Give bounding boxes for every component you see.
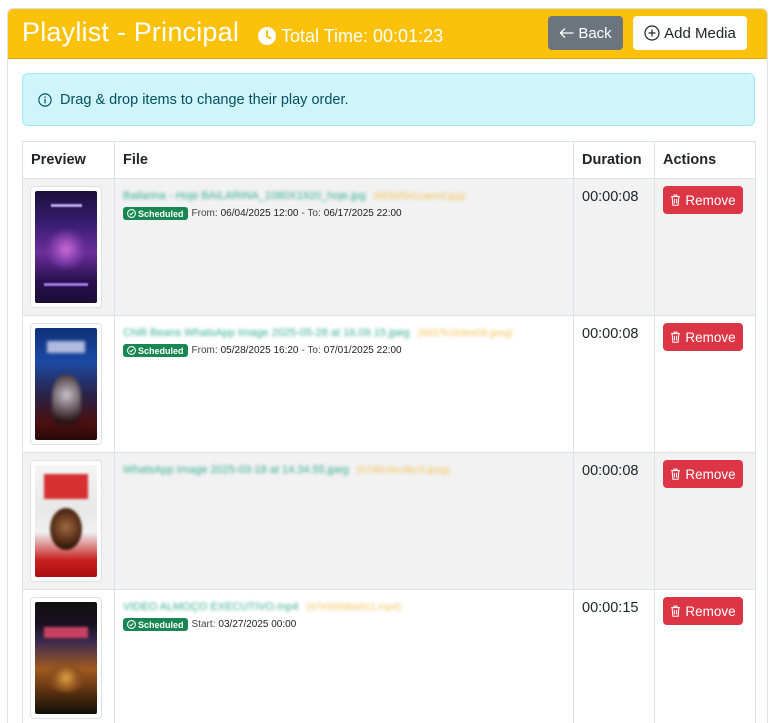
table-row[interactable]: Bailarina - Hoje BAILARINA_1080X1920_hoj…	[22, 178, 756, 316]
file-cell: Bailarina - Hoje BAILARINA_1080X1920_hoj…	[114, 178, 574, 316]
scheduled-badge: Scheduled	[123, 618, 188, 631]
playlist-card: Playlist - Principal Total Time: 00:01:2…	[7, 8, 768, 723]
duration-cell: 00:00:08	[573, 178, 655, 316]
to-label: - To:	[301, 208, 321, 219]
check-circle-icon	[127, 346, 136, 355]
from-label: From:	[191, 208, 218, 219]
file-id: (6837b1b9ee08.jpeg)	[417, 328, 513, 339]
table-row[interactable]: Chilli Beans WhatsApp Image 2025-05-28 a…	[22, 315, 756, 453]
check-circle-icon	[127, 620, 136, 629]
trash-icon	[671, 468, 681, 480]
remove-label: Remove	[685, 466, 736, 482]
duration-cell: 00:00:08	[573, 315, 655, 453]
clock-icon	[258, 27, 276, 45]
scheduled-badge: Scheduled	[123, 344, 188, 357]
remove-label: Remove	[685, 192, 736, 208]
actions-cell: Remove	[654, 589, 756, 723]
remove-button[interactable]: Remove	[663, 460, 743, 488]
info-alert: Drag & drop items to change their play o…	[22, 73, 755, 126]
media-table: Preview File Duration Actions Bailarina …	[22, 141, 756, 723]
add-media-label: Add Media	[664, 24, 736, 42]
start-value: 03/27/2025 00:00	[218, 619, 297, 630]
duration-cell: 00:00:15	[573, 589, 655, 723]
file-link[interactable]: WhatsApp Image 2025-03-18 at 14.34.55.jp…	[123, 464, 349, 476]
preview-thumbnail[interactable]	[30, 323, 102, 445]
duration-value: 00:00:08	[582, 189, 639, 205]
plus-circle-icon	[644, 25, 660, 41]
preview-cell	[22, 589, 115, 723]
from-value: 05/28/2025 16:20	[220, 345, 299, 356]
column-header-actions: Actions	[654, 141, 756, 179]
trash-icon	[671, 194, 681, 206]
remove-button[interactable]: Remove	[663, 186, 743, 214]
table-row[interactable]: VIDEO ALMOÇO EXECUTIVO.mp4 (67e5059be911…	[22, 589, 756, 723]
badge-label: Scheduled	[138, 619, 184, 630]
from-label: From:	[191, 345, 218, 356]
trash-icon	[671, 331, 681, 343]
page: Playlist - Principal Total Time: 00:01:2…	[0, 0, 774, 723]
check-circle-icon	[127, 209, 136, 218]
remove-button[interactable]: Remove	[663, 323, 743, 351]
file-link[interactable]: Bailarina - Hoje BAILARINA_1080X1920_hoj…	[123, 190, 366, 202]
schedule-info: Scheduled From: 06/04/2025 12:00 - To: 0…	[123, 207, 565, 220]
column-header-preview: Preview	[22, 141, 115, 179]
actions-cell: Remove	[654, 315, 756, 453]
arrow-left-icon	[560, 28, 575, 38]
to-value: 06/17/2025 22:00	[323, 208, 402, 219]
file-cell: Chilli Beans WhatsApp Image 2025-05-28 a…	[114, 315, 574, 453]
remove-label: Remove	[685, 603, 736, 619]
column-header-duration: Duration	[573, 141, 655, 179]
duration-value: 00:00:08	[582, 463, 639, 479]
alert-text: Drag & drop items to change their play o…	[60, 91, 349, 108]
to-value: 07/01/2025 22:00	[323, 345, 402, 356]
duration-cell: 00:00:08	[573, 452, 655, 590]
badge-label: Scheduled	[138, 345, 184, 356]
from-value: 06/04/2025 12:00	[220, 208, 299, 219]
preview-cell	[22, 452, 115, 590]
file-link[interactable]: VIDEO ALMOÇO EXECUTIVO.mp4	[123, 601, 298, 613]
column-header-file: File	[114, 141, 574, 179]
total-time: Total Time: 00:01:23	[258, 25, 443, 47]
badge-label: Scheduled	[138, 208, 184, 219]
remove-label: Remove	[685, 329, 736, 345]
actions-cell: Remove	[654, 452, 756, 590]
actions-cell: Remove	[654, 178, 756, 316]
preview-cell	[22, 178, 115, 316]
file-link[interactable]: Chilli Beans WhatsApp Image 2025-05-28 a…	[123, 327, 410, 339]
file-cell: WhatsApp Image 2025-03-18 at 14.34.55.jp…	[114, 452, 574, 590]
file-cell: VIDEO ALMOÇO EXECUTIVO.mp4 (67e5059be911…	[114, 589, 574, 723]
remove-button[interactable]: Remove	[663, 597, 743, 625]
file-id: (683df341caeed.jpg)	[373, 191, 466, 202]
preview-thumbnail[interactable]	[30, 186, 102, 308]
duration-value: 00:00:15	[582, 600, 639, 616]
preview-cell	[22, 315, 115, 453]
schedule-info: Scheduled From: 05/28/2025 16:20 - To: 0…	[123, 344, 565, 357]
to-label: - To:	[301, 345, 321, 356]
card-header: Playlist - Principal Total Time: 00:01:2…	[8, 9, 767, 59]
preview-thumbnail[interactable]	[30, 460, 102, 582]
add-media-button[interactable]: Add Media	[633, 16, 747, 50]
info-circle-icon	[38, 92, 52, 107]
duration-value: 00:00:08	[582, 326, 639, 342]
schedule-info: Scheduled Start: 03/27/2025 00:00	[123, 618, 565, 631]
file-id: (67e5059be911.mp4)	[306, 602, 402, 613]
back-button[interactable]: Back	[548, 16, 623, 50]
scheduled-badge: Scheduled	[123, 207, 188, 220]
page-title: Playlist - Principal	[22, 17, 240, 47]
table-row[interactable]: WhatsApp Image 2025-03-18 at 14.34.55.jp…	[22, 452, 756, 590]
preview-thumbnail[interactable]	[30, 597, 102, 719]
total-time-label: Total Time: 00:01:23	[281, 25, 444, 46]
start-label: Start:	[191, 619, 216, 630]
back-label: Back	[578, 24, 612, 42]
file-id: (67d9c0ec9bc5.jpeg)	[356, 465, 450, 476]
trash-icon	[671, 605, 681, 617]
